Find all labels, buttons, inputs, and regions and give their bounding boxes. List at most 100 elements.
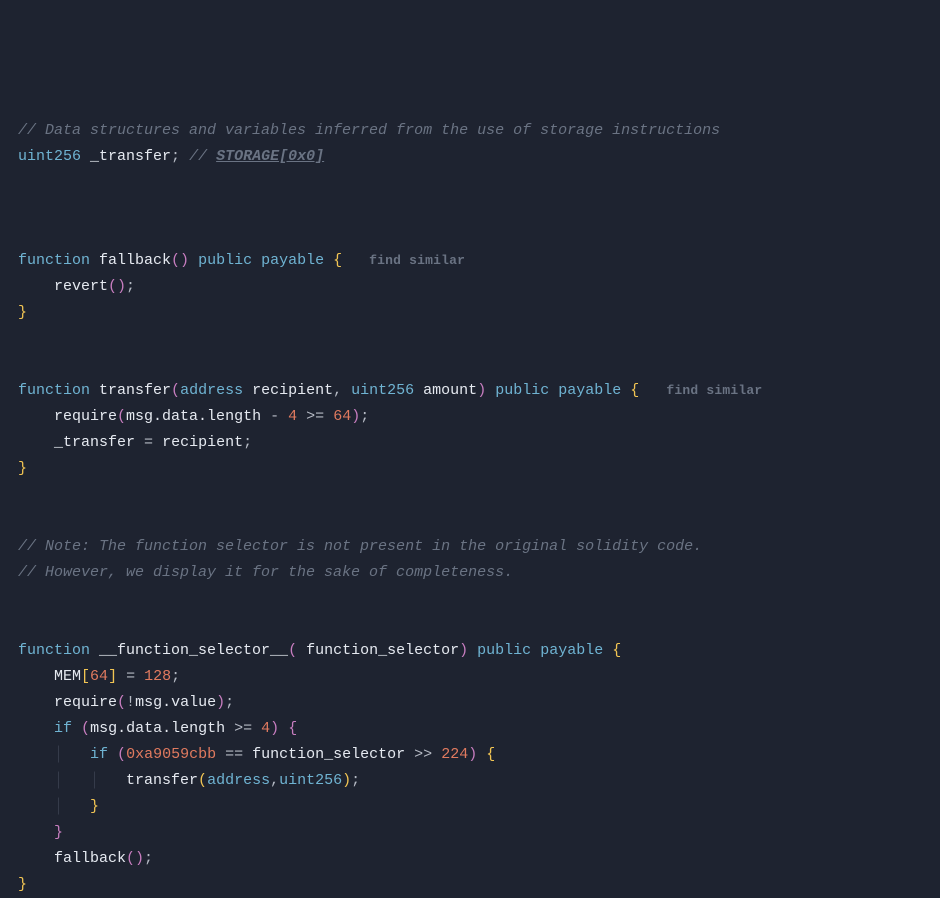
hex-selector: 0xa9059cbb: [126, 746, 216, 763]
semicolon: ;: [243, 434, 252, 451]
paren-close: ): [468, 746, 477, 763]
storage-slot: STORAGE[0x0]: [216, 148, 324, 165]
paren: (): [171, 252, 189, 269]
brace-open: {: [333, 252, 342, 269]
brace-close: }: [18, 460, 27, 477]
var-transfer: _transfer: [90, 148, 171, 165]
comment-note-1: // Note: The function selector is not pr…: [18, 538, 702, 555]
paren-close: ): [216, 694, 225, 711]
op-assign: =: [144, 434, 153, 451]
msg-data-length: msg.data.length: [126, 408, 261, 425]
msg-data-length: msg.data.length: [90, 720, 225, 737]
semicolon: ;: [225, 694, 234, 711]
brace-close: }: [54, 824, 63, 841]
param-recipient: recipient: [252, 382, 333, 399]
num-128: 128: [144, 668, 171, 685]
brace-open: {: [630, 382, 639, 399]
paren-close: ): [270, 720, 279, 737]
paren: (): [126, 850, 144, 867]
paren-close: ): [477, 382, 486, 399]
kw-if: if: [54, 720, 72, 737]
find-similar-link[interactable]: find similar: [369, 253, 465, 268]
brace-open: {: [612, 642, 621, 659]
indent-guide: [18, 408, 54, 425]
brace-close: }: [90, 798, 99, 815]
paren-open: (: [171, 382, 180, 399]
brace-close: }: [18, 304, 27, 321]
op-not: !: [126, 694, 135, 711]
semicolon: ;: [360, 408, 369, 425]
paren-open: (: [288, 642, 297, 659]
semicolon: ;: [126, 278, 135, 295]
paren-open: (: [117, 746, 126, 763]
indent-guide: │: [18, 746, 90, 763]
find-similar-link[interactable]: find similar: [666, 383, 762, 398]
num-64: 64: [333, 408, 351, 425]
arg-uint256: uint256: [279, 772, 342, 789]
call-revert: revert: [54, 278, 108, 295]
semicolon: ;: [171, 668, 180, 685]
sel-var: function_selector: [252, 746, 405, 763]
indent-guide: [18, 278, 54, 295]
num-4: 4: [288, 408, 297, 425]
type-uint256: uint256: [18, 148, 81, 165]
op-eq: ==: [225, 746, 243, 763]
kw-payable: payable: [558, 382, 621, 399]
indent-guide: │ │: [18, 772, 126, 789]
kw-function: function: [18, 252, 90, 269]
op-ge: >=: [306, 408, 324, 425]
indent-guide: [18, 850, 54, 867]
semicolon: ;: [351, 772, 360, 789]
semicolon: ;: [144, 850, 153, 867]
indent-guide: │: [18, 798, 90, 815]
paren-close: ): [342, 772, 351, 789]
paren-open: (: [81, 720, 90, 737]
type-address: address: [180, 382, 243, 399]
bracket-open: [: [81, 668, 90, 685]
call-require: require: [54, 694, 117, 711]
indent-guide: [18, 694, 54, 711]
bracket-close: ]: [108, 668, 117, 685]
comment-header: // Data structures and variables inferre…: [18, 122, 720, 139]
kw-payable: payable: [261, 252, 324, 269]
indent-guide: [18, 720, 54, 737]
call-fallback: fallback: [54, 850, 126, 867]
comment-storage-prefix: //: [189, 148, 207, 165]
comma: ,: [270, 772, 279, 789]
paren-open: (: [117, 408, 126, 425]
num-4: 4: [261, 720, 270, 737]
kw-if: if: [90, 746, 108, 763]
fn-transfer-name: transfer: [99, 382, 171, 399]
kw-function: function: [18, 382, 90, 399]
kw-public: public: [495, 382, 549, 399]
rhs-recipient: recipient: [162, 434, 243, 451]
indent-guide: [18, 434, 54, 451]
paren: (): [108, 278, 126, 295]
kw-payable: payable: [540, 642, 603, 659]
msg-value: msg.value: [135, 694, 216, 711]
num-64: 64: [90, 668, 108, 685]
semicolon: ;: [171, 148, 180, 165]
brace-open: {: [486, 746, 495, 763]
kw-function: function: [18, 642, 90, 659]
param-selector: function_selector: [306, 642, 459, 659]
paren-close: ): [459, 642, 468, 659]
brace-open: {: [288, 720, 297, 737]
op-shr: >>: [414, 746, 432, 763]
op-ge: >=: [234, 720, 252, 737]
comment-note-2: // However, we display it for the sake o…: [18, 564, 513, 581]
call-require: require: [54, 408, 117, 425]
type-uint256: uint256: [351, 382, 414, 399]
op-assign: =: [126, 668, 135, 685]
param-amount: amount: [423, 382, 477, 399]
indent-guide: [18, 824, 54, 841]
kw-public: public: [198, 252, 252, 269]
paren-open: (: [117, 694, 126, 711]
arg-address: address: [207, 772, 270, 789]
op-minus: -: [270, 408, 279, 425]
fn-fallback-name: fallback: [99, 252, 171, 269]
lhs-transfer: _transfer: [54, 434, 135, 451]
fn-selector-name: __function_selector__: [99, 642, 288, 659]
paren-open: (: [198, 772, 207, 789]
indent-guide: [18, 668, 54, 685]
